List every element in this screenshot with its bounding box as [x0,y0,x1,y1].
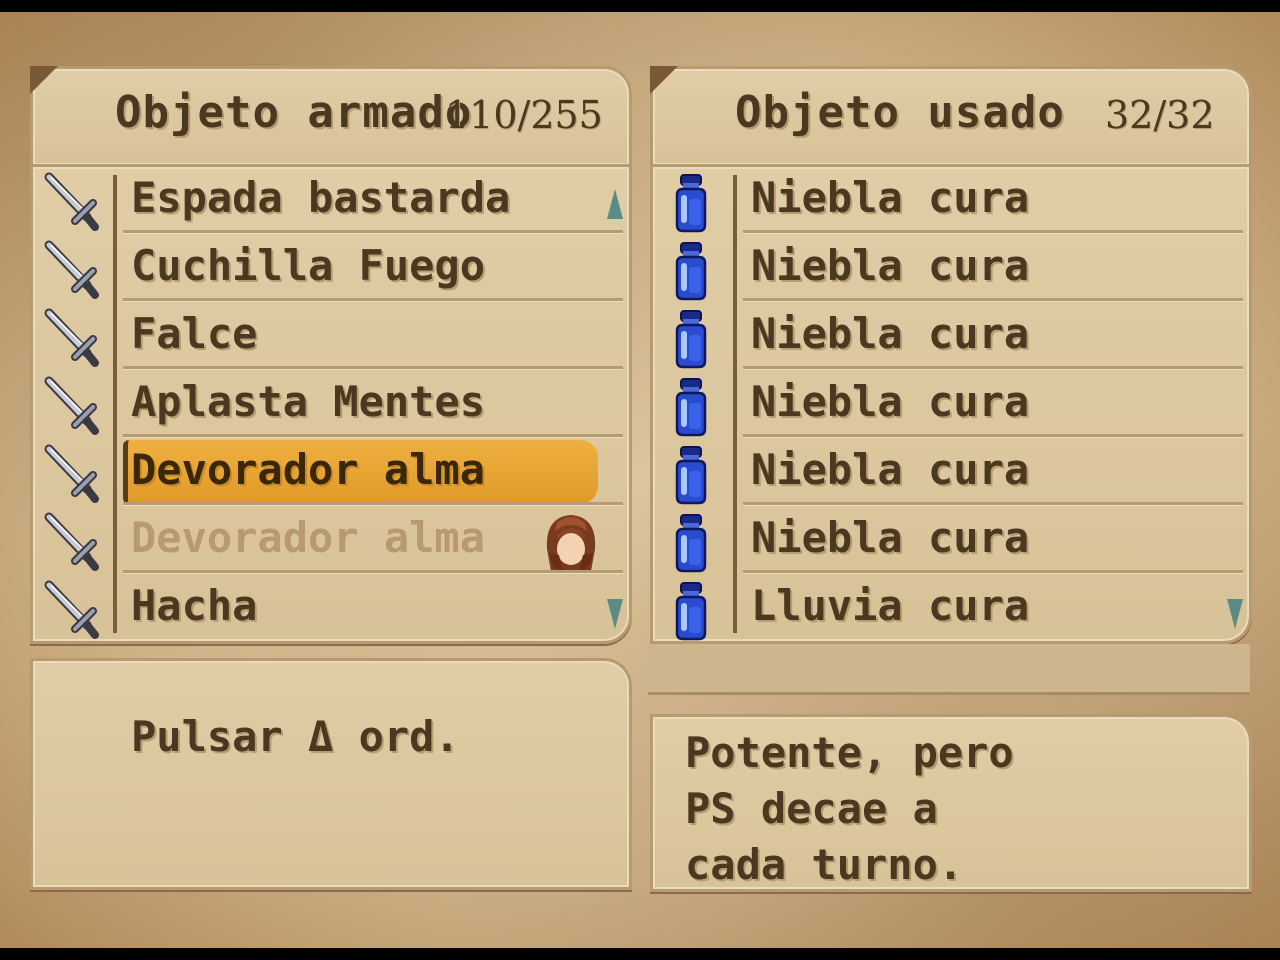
game-screen: Objeto armado 110/255 Espada bastarda Cuc… [0,0,1280,960]
item-name: Niebla cura [751,173,1030,222]
list-item[interactable]: Espada bastarda [33,167,623,235]
scroll-down-arrow-icon[interactable] [1227,599,1243,629]
list-item[interactable]: Niebla cura [653,507,1243,575]
left-panel-count: 110/255 [445,93,603,137]
row-divider [123,434,623,437]
item-name: Niebla cura [751,445,1030,494]
row-divider [123,298,623,301]
list-item[interactable]: Aplasta Mentes [33,371,623,439]
item-name: Falce [131,309,258,358]
corner-ornament [650,66,678,94]
list-item[interactable]: Falce [33,303,623,371]
item-name: Niebla cura [751,377,1030,426]
hint-panel: Pulsar Δ ord. [30,658,632,890]
description-line: Potente, pero [685,728,1014,777]
sword-icon [41,307,99,367]
row-divider [123,230,623,233]
item-name: Hacha [131,581,258,630]
row-divider [743,570,1243,573]
item-name: Niebla cura [751,241,1030,290]
right-panel-count: 32/32 [1105,93,1215,137]
list-item[interactable]: Cuchilla Fuego [33,235,623,303]
scroll-up-arrow-icon[interactable] [607,189,623,219]
list-item[interactable]: Devorador alma [33,507,623,575]
character-portrait-icon [541,509,601,575]
item-name: Cuchilla Fuego [131,241,486,290]
corner-ornament [30,66,58,94]
potion-bottle-icon [669,445,713,505]
right-header-panel: Objeto usado 32/32 [650,66,1252,168]
row-divider [743,502,1243,505]
left-panel-title: Objeto armado [115,87,473,138]
list-item[interactable]: Lluvia cura [653,575,1243,643]
sword-icon [41,171,99,231]
item-name: Devorador alma [131,513,486,562]
description-panel: Potente, pero PS decae a cada turno. [650,714,1252,892]
list-item[interactable]: Hacha [33,575,623,643]
scroll-down-arrow-icon[interactable] [607,599,623,629]
description-line: PS decae a [685,784,938,833]
description-line: cada turno. [685,840,964,889]
separator-band [648,644,1250,695]
sword-icon [41,443,99,503]
list-item[interactable]: Niebla cura [653,303,1243,371]
list-item[interactable]: Niebla cura [653,439,1243,507]
potion-bottle-icon [669,513,713,573]
potion-bottle-icon [669,581,713,641]
list-item[interactable]: Devorador alma [33,439,623,507]
list-item[interactable]: Niebla cura [653,235,1243,303]
sort-hint-text: Pulsar Δ ord. [131,712,460,761]
row-divider [743,298,1243,301]
list-item[interactable]: Niebla cura [653,167,1243,235]
sword-icon [41,375,99,435]
row-divider [743,366,1243,369]
potion-bottle-icon [669,173,713,233]
item-name: Devorador alma [131,445,486,494]
item-name: Aplasta Mentes [131,377,486,426]
potion-bottle-icon [669,241,713,301]
item-name: Lluvia cura [751,581,1030,630]
row-divider [123,366,623,369]
left-header-panel: Objeto armado 110/255 [30,66,632,168]
row-divider [123,570,623,573]
right-panel-title: Objeto usado [735,87,1065,138]
list-item[interactable]: Niebla cura [653,371,1243,439]
right-item-list: Niebla cura Niebla cura Niebla cura Niebla … [650,164,1252,644]
row-divider [743,230,1243,233]
item-name: Niebla cura [751,309,1030,358]
potion-bottle-icon [669,377,713,437]
row-divider [123,502,623,505]
row-divider [743,434,1243,437]
sword-icon [41,579,99,639]
potion-bottle-icon [669,309,713,369]
left-item-list: Espada bastarda Cuchilla Fuego Falce Aplast… [30,164,632,644]
item-name: Niebla cura [751,513,1030,562]
sword-icon [41,511,99,571]
sword-icon [41,239,99,299]
item-name: Espada bastarda [131,173,511,222]
